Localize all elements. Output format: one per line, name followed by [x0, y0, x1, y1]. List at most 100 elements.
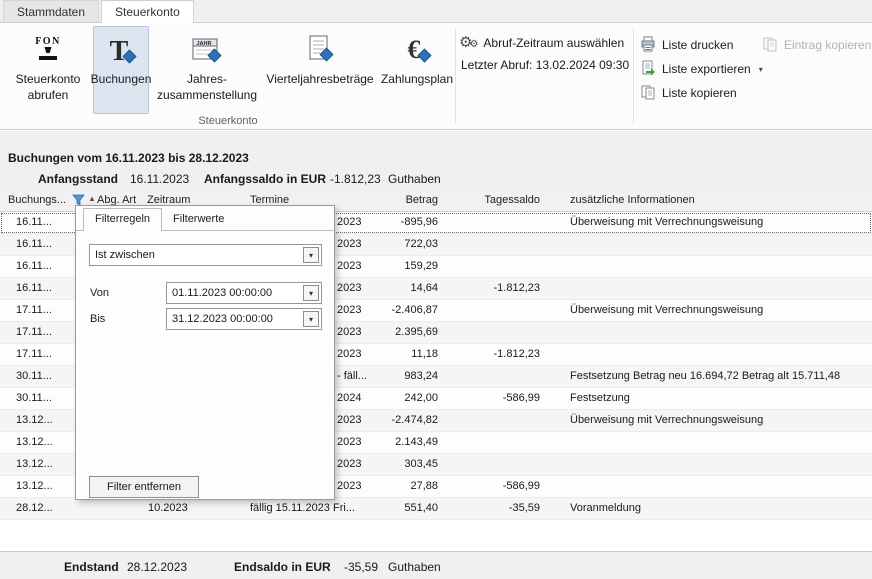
- endsaldo-value: -35,59: [344, 560, 378, 574]
- abruf-zeitraum-button[interactable]: ⚙⚙ Abruf-Zeitraum auswählen: [459, 35, 624, 50]
- cell-betrag: -895,96: [350, 216, 438, 228]
- eintrag-kopieren-label: Eintrag kopieren: [784, 38, 871, 52]
- buchungen-label: Buchungen: [91, 72, 152, 86]
- bis-date-input[interactable]: 31.12.2023 00:00:00 ▾: [166, 308, 322, 330]
- view-tabbar: Stammdaten Steuerkonto: [0, 0, 872, 23]
- zahlungsplan-label: Zahlungsplan: [381, 72, 453, 86]
- ribbon-separator: [455, 28, 456, 124]
- letzter-abruf-text: Letzter Abruf: 13.02.2024 09:30: [461, 58, 629, 72]
- cell-date: 17.11...: [16, 326, 52, 338]
- cell-date: 30.11...: [16, 370, 52, 382]
- ribbon-separator: [633, 28, 634, 124]
- cell-tagessaldo: -586,99: [450, 480, 540, 492]
- cell-tagessaldo: -586,99: [450, 392, 540, 404]
- liste-drucken-label: Liste drucken: [662, 38, 733, 52]
- liste-exportieren-dropdown-icon[interactable]: ▾: [759, 65, 763, 74]
- cell-betrag: 2.395,69: [350, 326, 438, 338]
- steuerkonto-abrufen-label-2: abrufen: [28, 88, 69, 102]
- opening-balance-row: Anfangsstand 16.11.2023 Anfangssaldo in …: [0, 172, 872, 188]
- endsaldo-unit: Guthaben: [388, 560, 441, 574]
- jahreszusammenstellung-label-1: Jahres-: [187, 72, 227, 86]
- tab-filterwerte[interactable]: Filterwerte: [162, 209, 235, 230]
- von-date-value: 01.11.2023 00:00:00: [167, 287, 303, 299]
- cell-info: Überweisung mit Verrechnungsweisung: [570, 414, 763, 426]
- steuerkonto-abrufen-button[interactable]: FON Steuerkonto abrufen: [6, 26, 90, 114]
- cell-date: 16.11...: [16, 282, 52, 294]
- cell-date: 13.12...: [16, 480, 53, 492]
- gears-icon: ⚙⚙: [459, 35, 478, 50]
- print-icon: [640, 36, 656, 55]
- von-date-input[interactable]: 01.11.2023 00:00:00 ▾: [166, 282, 322, 304]
- cell-betrag: 242,00: [350, 392, 438, 404]
- filter-popup-tabs: Filterregeln Filterwerte: [76, 206, 334, 231]
- cell-info: Überweisung mit Verrechnungsweisung: [570, 304, 763, 316]
- cell-zeitraum: 10.2023: [148, 502, 188, 514]
- header-betrag[interactable]: Betrag: [350, 194, 438, 206]
- filter-entfernen-label: Filter entfernen: [107, 481, 181, 493]
- cell-betrag: -2.474,82: [350, 414, 438, 426]
- copy-icon: [640, 84, 656, 103]
- cell-tagessaldo: -1.812,23: [450, 348, 540, 360]
- anfangssaldo-value: -1.812,23: [330, 172, 381, 186]
- von-dropdown-icon[interactable]: ▾: [303, 285, 319, 301]
- tab-filterregeln-label: Filterregeln: [95, 213, 150, 225]
- steuerkonto-abrufen-label-1: Steuerkonto: [16, 72, 81, 86]
- liste-kopieren-label: Liste kopieren: [662, 86, 737, 100]
- cell-date: 30.11...: [16, 392, 52, 404]
- cell-betrag: 159,29: [350, 260, 438, 272]
- endstand-label: Endstand: [64, 560, 119, 574]
- cell-info: Voranmeldung: [570, 502, 641, 514]
- buchungen-button[interactable]: T Buchungen: [93, 26, 149, 114]
- svg-text:€: €: [408, 35, 421, 64]
- vierteljahresbetraege-button[interactable]: Vierteljahresbeträge: [262, 26, 378, 114]
- cell-date: 16.11...: [16, 216, 52, 228]
- header-buchungsdatum[interactable]: Buchungs...: [8, 194, 66, 206]
- cell-date: 17.11...: [16, 304, 52, 316]
- cell-betrag: 14,64: [350, 282, 438, 294]
- cell-betrag: 27,88: [350, 480, 438, 492]
- jahreszusammenstellung-button[interactable]: JAHR Jahres- zusammenstellung: [152, 26, 262, 114]
- cell-betrag: 303,45: [350, 458, 438, 470]
- bookings-title: Buchungen vom 16.11.2023 bis 28.12.2023: [8, 151, 249, 165]
- tab-stammdaten[interactable]: Stammdaten: [3, 0, 99, 22]
- cell-betrag: 2.143,49: [350, 436, 438, 448]
- liste-kopieren-button[interactable]: Liste kopieren: [640, 84, 737, 102]
- buchungen-icon: T: [104, 30, 138, 70]
- cell-date: 28.12...: [16, 502, 53, 514]
- cell-date: 13.12...: [16, 414, 53, 426]
- tab-filterwerte-label: Filterwerte: [173, 213, 224, 225]
- filter-popup: Filterregeln Filterwerte Ist zwischen ▾ …: [75, 205, 335, 500]
- tab-stammdaten-label: Stammdaten: [17, 5, 85, 19]
- closing-balance-row: Endstand 28.12.2023 Endsaldo in EUR -35,…: [0, 551, 872, 579]
- ribbon-group-label: Steuerkonto: [0, 115, 456, 127]
- cell-tagessaldo: -1.812,23: [450, 282, 540, 294]
- cell-date: 16.11...: [16, 238, 52, 250]
- cell-betrag: 551,40: [350, 502, 438, 514]
- zahlungsplan-button[interactable]: € Zahlungsplan: [380, 26, 454, 114]
- anfangsstand-date: 16.11.2023: [130, 172, 189, 186]
- bis-dropdown-icon[interactable]: ▾: [303, 311, 319, 327]
- cell-date: 13.12...: [16, 436, 53, 448]
- eintrag-kopieren-button[interactable]: Eintrag kopieren: [762, 36, 871, 54]
- filter-operator-select[interactable]: Ist zwischen ▾: [89, 244, 322, 266]
- anfangsstand-label: Anfangsstand: [38, 172, 118, 186]
- filter-entfernen-button[interactable]: Filter entfernen: [89, 476, 199, 498]
- vierteljahresbetraege-label: Vierteljahresbeträge: [266, 72, 373, 86]
- header-info[interactable]: zusätzliche Informationen: [570, 194, 695, 206]
- liste-exportieren-button[interactable]: Liste exportieren ▾: [640, 60, 763, 78]
- table-row[interactable]: 28.12...10.2023fällig 15.11.2023 Fri...5…: [0, 498, 872, 520]
- copy-entry-icon: [762, 36, 778, 55]
- bis-date-value: 31.12.2023 00:00:00: [167, 313, 303, 325]
- endsaldo-label: Endsaldo in EUR: [234, 560, 331, 574]
- anfangssaldo-unit: Guthaben: [388, 172, 441, 186]
- liste-drucken-button[interactable]: Liste drucken: [640, 36, 733, 54]
- cell-info: Festsetzung Betrag neu 16.694,72 Betrag …: [570, 370, 840, 382]
- header-tagessaldo[interactable]: Tagessaldo: [450, 194, 540, 206]
- ribbon: FON Steuerkonto abrufen T Buchungen JAHR: [0, 23, 872, 130]
- bis-label: Bis: [90, 313, 105, 325]
- cell-betrag: -2.406,87: [350, 304, 438, 316]
- filter-operator-dropdown-icon[interactable]: ▾: [303, 247, 319, 263]
- cell-date: 17.11...: [16, 348, 52, 360]
- tab-steuerkonto[interactable]: Steuerkonto: [101, 0, 194, 23]
- tab-filterregeln[interactable]: Filterregeln: [83, 208, 162, 231]
